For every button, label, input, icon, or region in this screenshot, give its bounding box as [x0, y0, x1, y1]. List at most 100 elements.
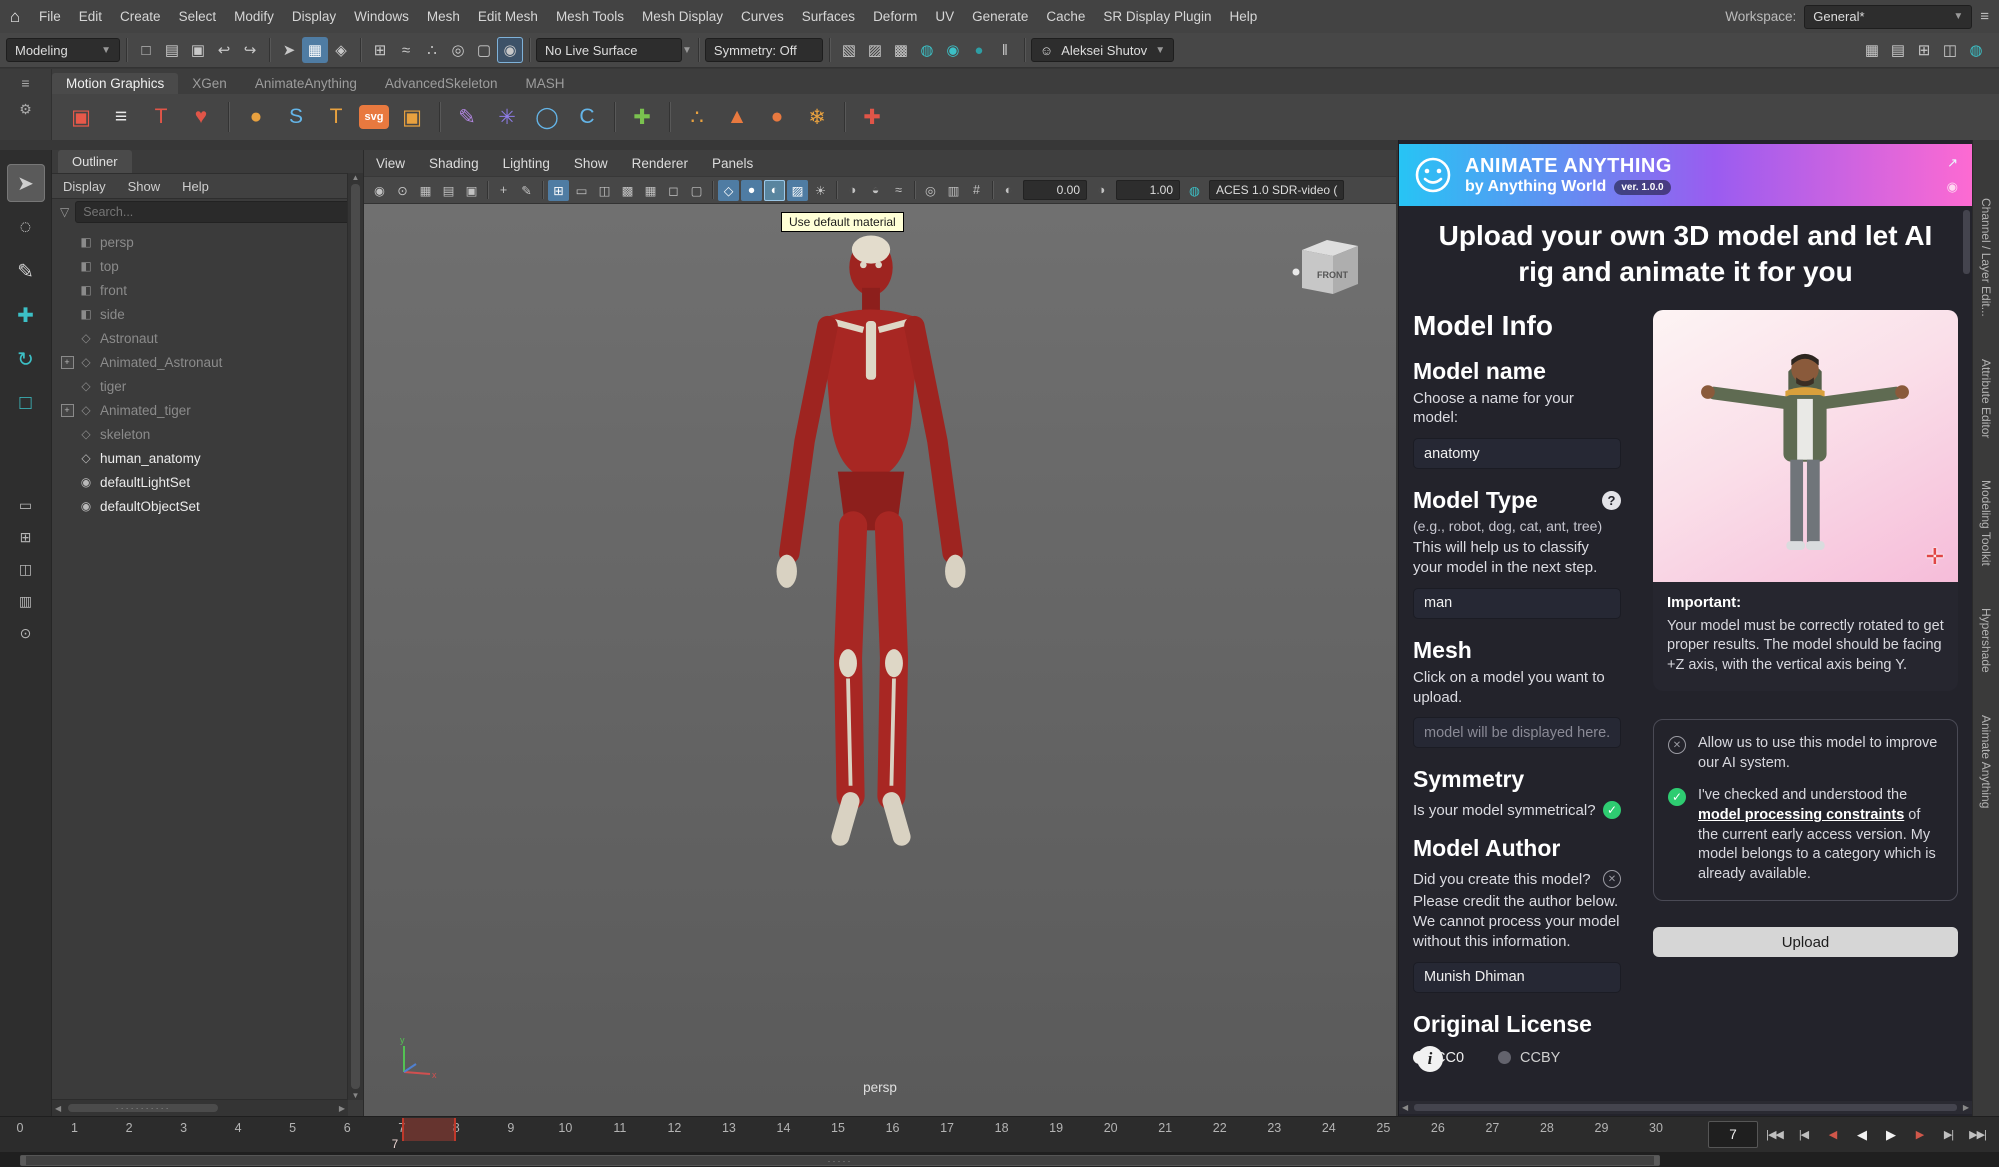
viewport-menu-view[interactable]: View [364, 156, 417, 171]
viewport-menu-show[interactable]: Show [562, 156, 620, 171]
timeline-tick[interactable]: 5 [289, 1121, 296, 1135]
timeline-tick[interactable]: 18 [995, 1121, 1009, 1135]
menu-windows[interactable]: Windows [345, 9, 418, 24]
timeline-tick[interactable]: 10 [558, 1121, 572, 1135]
workspace-menu-icon[interactable]: ≡ [1980, 8, 1989, 25]
symmetry-check-toggle[interactable]: ✓ [1603, 801, 1621, 819]
wireframe-icon[interactable]: ◇ [718, 180, 739, 201]
scale-tool-icon[interactable]: □ [7, 384, 45, 422]
timeline-tick[interactable]: 12 [667, 1121, 681, 1135]
menu-create[interactable]: Create [111, 9, 170, 24]
viewport-menu-panels[interactable]: Panels [700, 156, 765, 171]
menu-mesh-tools[interactable]: Mesh Tools [547, 9, 633, 24]
right-tab-modeling-toolkit[interactable]: Modeling Toolkit [1979, 480, 1993, 566]
viewport-menu-renderer[interactable]: Renderer [620, 156, 700, 171]
menu-sr-display-plugin[interactable]: SR Display Plugin [1094, 9, 1220, 24]
field-chart-icon[interactable]: ▦ [640, 180, 661, 201]
timeline-tick[interactable]: 28 [1540, 1121, 1554, 1135]
film-gate-icon[interactable]: ▭ [571, 180, 592, 201]
consent-constraints-toggle[interactable]: ✓ [1668, 788, 1686, 806]
upload-button[interactable]: Upload [1653, 927, 1958, 957]
outliner-search-input[interactable] [75, 201, 355, 223]
scrollbar-thumb[interactable]: ··········· [68, 1104, 218, 1112]
grid-toggle-icon[interactable]: ⊞ [1911, 37, 1937, 63]
scrollbar-thumb[interactable] [351, 184, 360, 1089]
menu-surfaces[interactable]: Surfaces [793, 9, 864, 24]
render-ball-icon[interactable]: ◍ [1963, 37, 1989, 63]
layout-outliner-persp-icon[interactable]: ▥ [11, 588, 41, 614]
viewport-menu-shading[interactable]: Shading [417, 156, 491, 171]
scroll-down-icon[interactable]: ▼ [352, 1091, 360, 1100]
shelf-tab-animateanything[interactable]: AnimateAnything [241, 73, 371, 94]
shelf-tab-mash[interactable]: MASH [511, 73, 578, 94]
outliner-item-front[interactable]: ◧front [52, 278, 348, 302]
outliner-item-tiger[interactable]: ◇tiger [52, 374, 348, 398]
step-back-key-button[interactable]: ◀ [1819, 1123, 1846, 1147]
menu-help[interactable]: Help [1220, 9, 1266, 24]
gate-mask-icon[interactable]: ▩ [617, 180, 638, 201]
timeline-tick[interactable]: 20 [1104, 1121, 1118, 1135]
right-tab-animate-anything[interactable]: Animate Anything [1979, 715, 1993, 808]
step-forward-frame-button[interactable]: ▶| [1935, 1123, 1962, 1147]
magnifier-icon[interactable]: ⊙ [11, 620, 41, 646]
pause-icon[interactable]: ‖ [992, 37, 1018, 63]
info-icon[interactable]: i [1417, 1046, 1443, 1072]
undo-icon[interactable]: ↩ [211, 37, 237, 63]
redo-icon[interactable]: ↪ [237, 37, 263, 63]
record-icon[interactable]: ◉ [1947, 179, 1958, 195]
model-name-input[interactable] [1413, 438, 1621, 469]
right-tab-channel-layer-edit-[interactable]: Channel / Layer Edit... [1979, 198, 1993, 317]
symmetry-select[interactable]: Symmetry: Off [705, 38, 823, 62]
render-sphere-icon[interactable]: ● [966, 37, 992, 63]
shadows-icon[interactable]: ◑ [842, 180, 863, 201]
filter-icon[interactable]: ▽ [60, 205, 69, 219]
author-x-toggle[interactable]: ✕ [1603, 870, 1621, 888]
mash-list-icon[interactable]: ≡ [104, 100, 138, 134]
camera-attributes-icon[interactable]: ▦ [415, 180, 436, 201]
plugin-vertical-scrollbar[interactable] [1961, 210, 1972, 410]
use-default-material-icon[interactable]: ◐ [764, 180, 785, 201]
range-slider[interactable]: ····· [0, 1152, 1999, 1167]
outliner-menu-display[interactable]: Display [52, 179, 117, 194]
menu-curves[interactable]: Curves [732, 9, 793, 24]
timeline-tick[interactable]: 13 [722, 1121, 736, 1135]
menu-edit[interactable]: Edit [70, 9, 111, 24]
timeline-tick[interactable]: 22 [1213, 1121, 1227, 1135]
timeline-tick[interactable]: 29 [1595, 1121, 1609, 1135]
shelf-tab-xgen[interactable]: XGen [178, 73, 241, 94]
plus-icon[interactable]: + [61, 404, 74, 417]
scroll-left-icon[interactable]: ◀ [1399, 1103, 1411, 1112]
timeline-tick[interactable]: 3 [180, 1121, 187, 1135]
viewport-canvas[interactable]: FRONT Use default material y x persp [364, 204, 1396, 1116]
scroll-left-icon[interactable]: ◀ [52, 1104, 64, 1113]
grid-icon[interactable]: ⊞ [548, 180, 569, 201]
menu-generate[interactable]: Generate [963, 9, 1037, 24]
layout-two-pane-icon[interactable]: ◫ [11, 556, 41, 582]
exposure-field[interactable]: 0.00 [1023, 180, 1087, 200]
select-component-icon[interactable]: ◈ [328, 37, 354, 63]
menu-mesh[interactable]: Mesh [418, 9, 469, 24]
timeline-tick[interactable]: 26 [1431, 1121, 1445, 1135]
current-frame-marker[interactable] [402, 1118, 457, 1141]
outliner-item-skeleton[interactable]: ◇skeleton [52, 422, 348, 446]
curve-tool-icon[interactable]: S [279, 100, 313, 134]
contrast-icon[interactable]: ◑ [1091, 180, 1112, 201]
chevron-down-icon[interactable]: ▼ [682, 45, 692, 56]
select-tool-icon[interactable]: ➤ [7, 164, 45, 202]
timeline-tick[interactable]: 1 [71, 1121, 78, 1135]
snap-grid-icon[interactable]: ⊞ [367, 37, 393, 63]
rotate-tool-icon[interactable]: ↻ [7, 340, 45, 378]
viewport-menu-lighting[interactable]: Lighting [491, 156, 562, 171]
safe-action-icon[interactable]: ◻ [663, 180, 684, 201]
shelf-tab-advancedskeleton[interactable]: AdvancedSkeleton [371, 73, 512, 94]
arc-tool-icon[interactable]: C [570, 100, 604, 134]
shelf-gear-icon[interactable]: ⚙ [19, 101, 32, 118]
quad-draw-icon[interactable]: ✚ [625, 100, 659, 134]
license-option-ccby[interactable]: CCBY [1498, 1050, 1560, 1066]
timeline-tick[interactable]: 9 [507, 1121, 514, 1135]
render-region-icon[interactable]: ▩ [888, 37, 914, 63]
timeline-tick[interactable]: 2 [126, 1121, 133, 1135]
type-text-icon[interactable]: T [319, 100, 353, 134]
safe-title-icon[interactable]: ▢ [686, 180, 707, 201]
right-tab-attribute-editor[interactable]: Attribute Editor [1979, 359, 1993, 438]
